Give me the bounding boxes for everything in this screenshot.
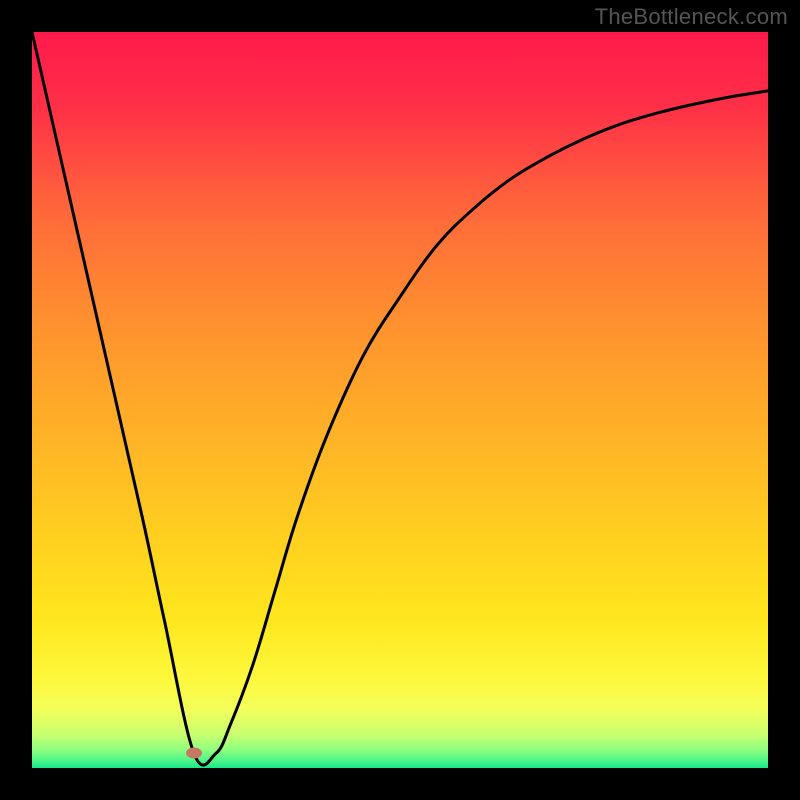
chart-frame: TheBottleneck.com xyxy=(0,0,800,800)
bottleneck-curve xyxy=(32,32,768,765)
plot-area xyxy=(32,32,768,768)
watermark-text: TheBottleneck.com xyxy=(595,4,788,30)
curve-layer xyxy=(32,32,768,768)
optimum-marker xyxy=(186,748,202,759)
